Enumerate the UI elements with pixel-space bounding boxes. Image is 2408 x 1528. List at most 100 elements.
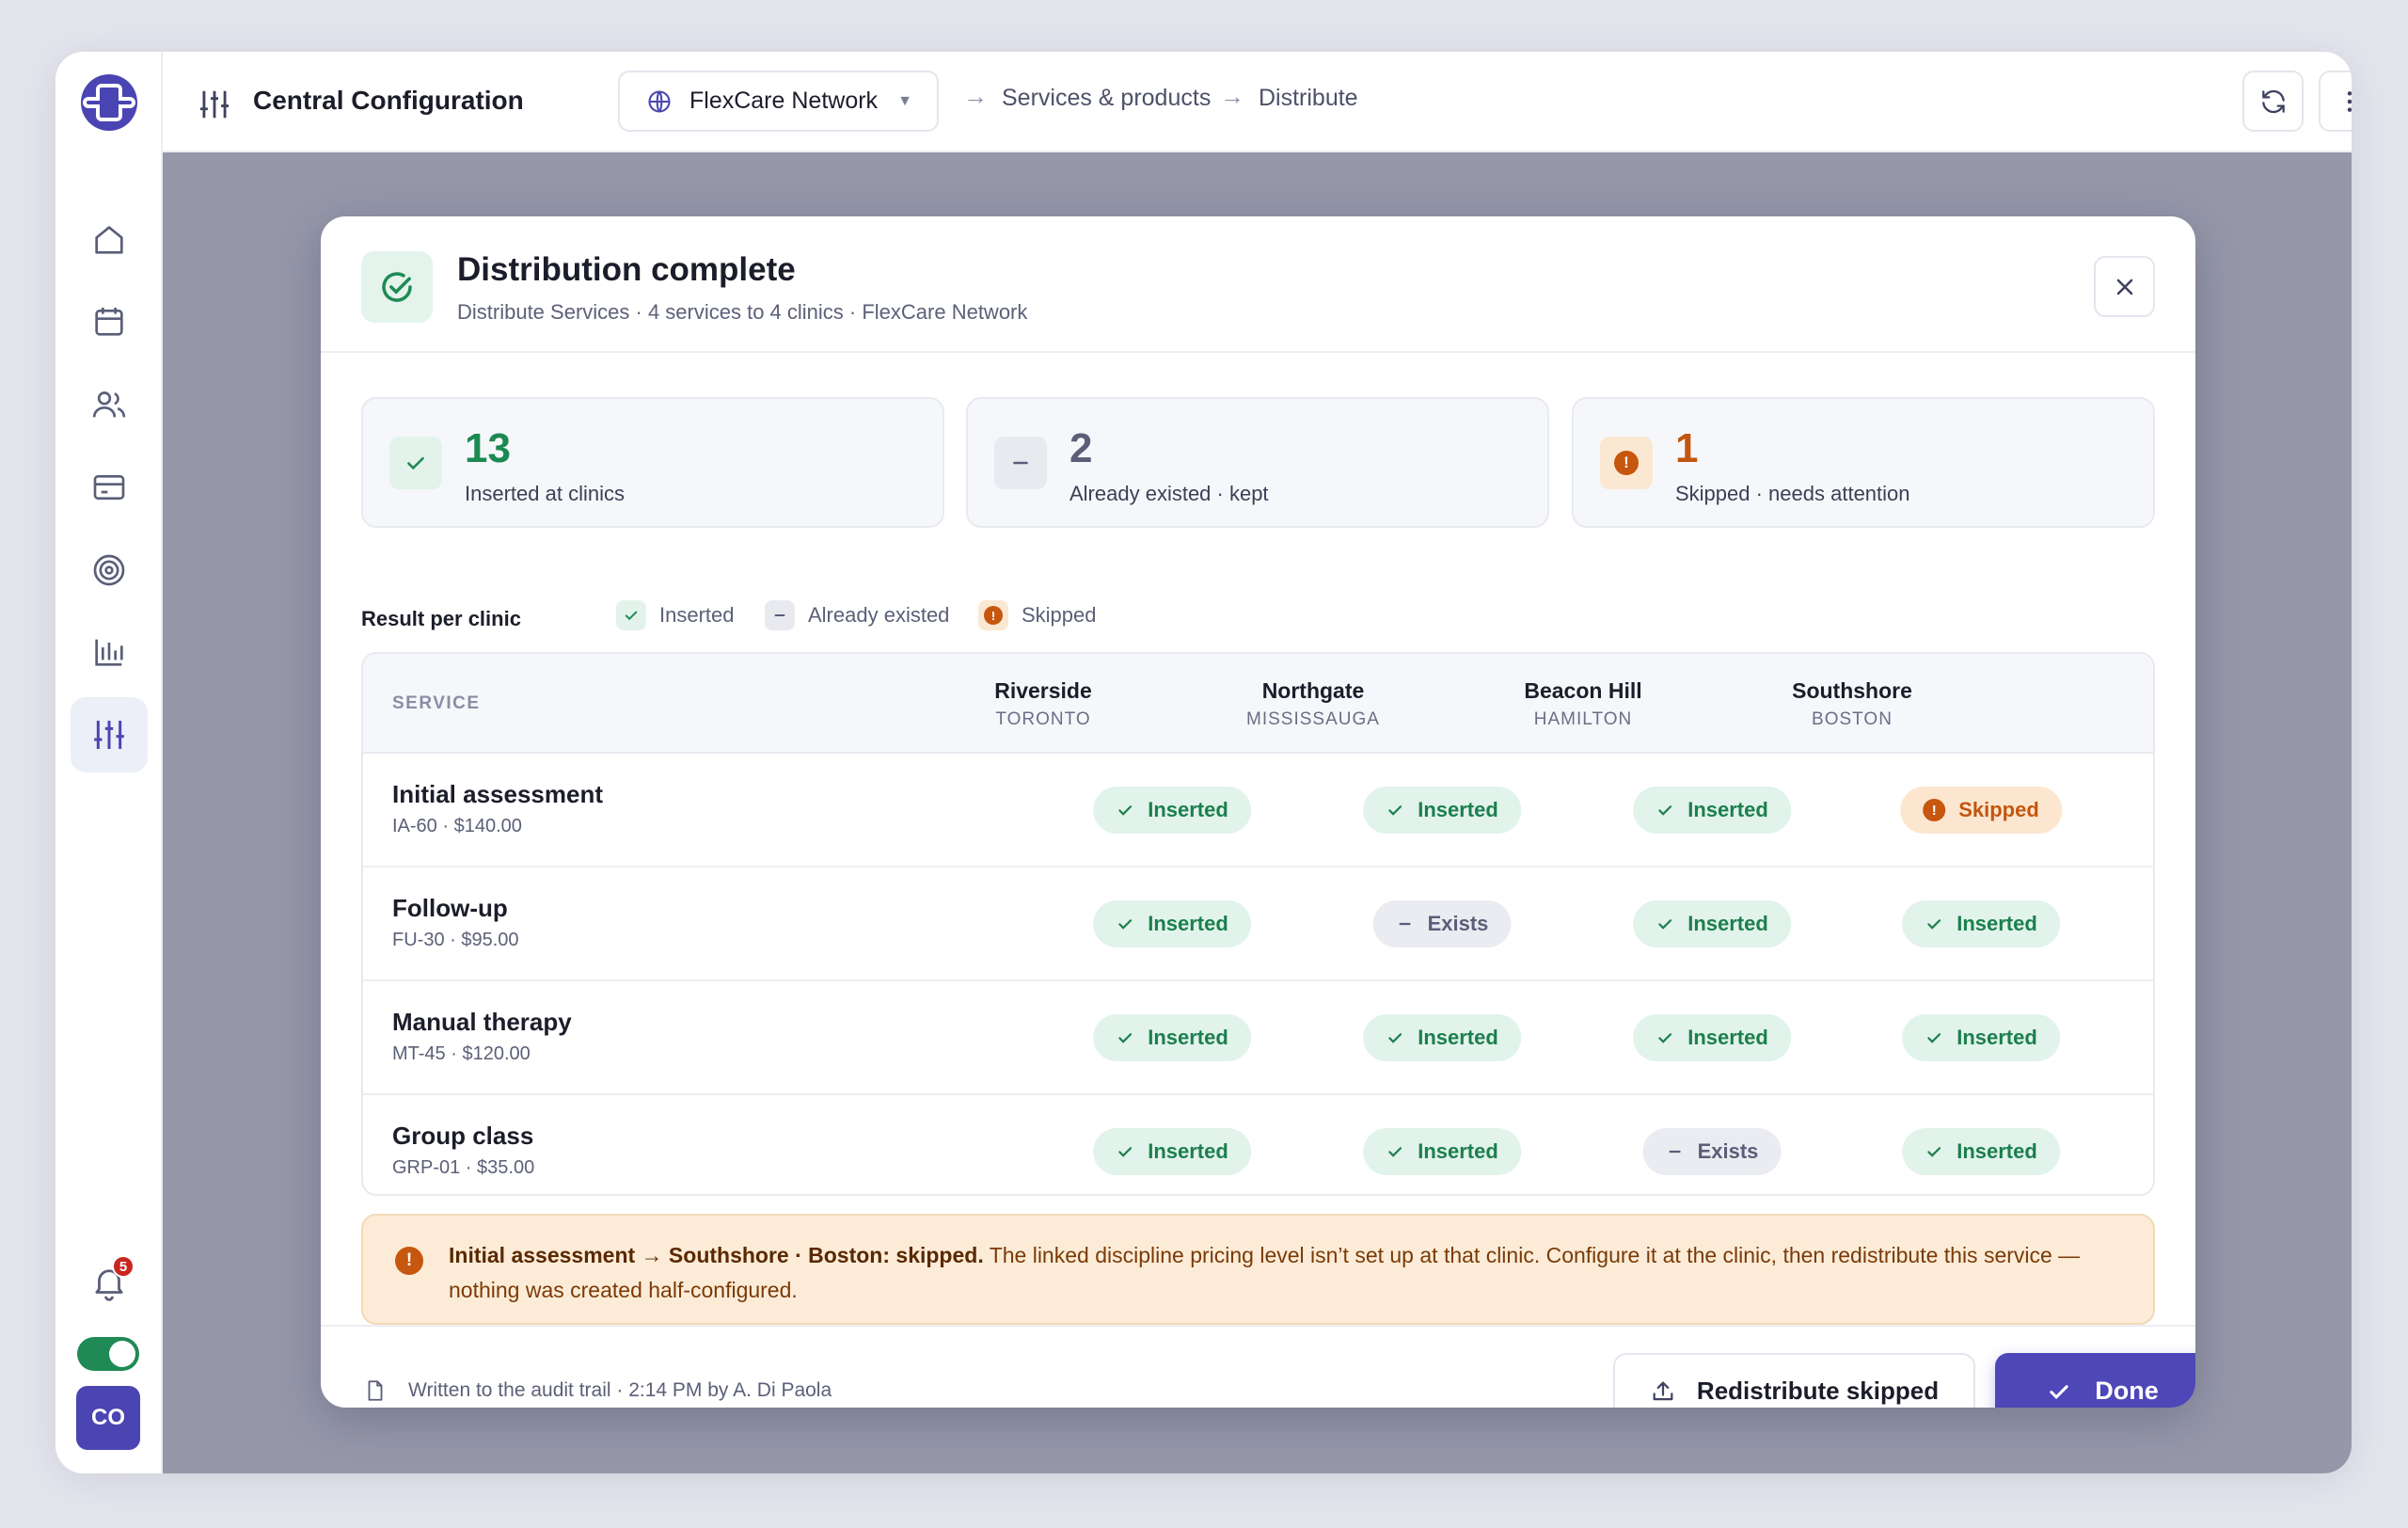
service-name: Manual therapy	[392, 1008, 572, 1036]
clinic-city: HAMILTON	[1533, 709, 1633, 729]
check-icon	[1116, 801, 1134, 820]
globe-icon	[648, 89, 671, 113]
stat-value: 1	[1675, 425, 1699, 471]
stat-value: 2	[1069, 425, 1093, 471]
check-icon	[1386, 1028, 1404, 1047]
dialog-title: Distribution complete	[457, 251, 796, 288]
configuration-sliders-icon	[199, 90, 230, 119]
status-badge: Exists	[1642, 1128, 1782, 1175]
done-button[interactable]: Done	[1995, 1353, 2195, 1408]
service-meta: GRP-01 · $35.00	[392, 1157, 535, 1178]
status-badge: Inserted	[1093, 787, 1251, 834]
status-badge: Inserted	[1093, 1128, 1251, 1175]
check-icon	[1656, 1028, 1674, 1047]
column-header-clinic: Beacon Hill HAMILTON	[1470, 678, 1696, 730]
upload-icon	[1653, 1381, 1673, 1400]
refresh-button[interactable]	[2242, 71, 2304, 132]
clinic-name: Northgate	[1261, 678, 1365, 703]
status-badge: Inserted	[1902, 1014, 2060, 1061]
redistribute-skipped-label: Redistribute skipped	[1696, 1377, 1940, 1405]
status-badge: Exists	[1372, 900, 1512, 947]
status-badge: Inserted	[1902, 900, 2060, 947]
table-row: Follow-up FU-30 · $95.00 Inserted Exists Ins…	[363, 867, 2153, 981]
legend-exists: Already existed	[765, 600, 949, 630]
check-icon	[2050, 1384, 2068, 1399]
done-label: Done	[2095, 1377, 2159, 1405]
stat-label: Already existed · kept	[1069, 482, 1269, 505]
app-logo[interactable]	[79, 72, 139, 133]
check-icon	[1925, 1142, 1943, 1161]
status-label: Inserted	[1956, 912, 2037, 935]
service-name: Initial assessment	[392, 780, 603, 808]
status-badge: Inserted	[1633, 787, 1791, 834]
stat-skipped: ! 1 Skipped · needs attention	[1572, 397, 2155, 528]
billing-card-icon[interactable]	[71, 450, 148, 525]
mode-toggle[interactable]	[77, 1337, 139, 1371]
user-avatar[interactable]: CO	[76, 1386, 140, 1450]
network-selector[interactable]: FlexCare Network ▼	[618, 71, 939, 132]
clinic-name: Riverside	[994, 678, 1092, 703]
table-header: SERVICE Riverside TORONTO Northgate MISS…	[363, 654, 2153, 754]
breadcrumb-arrow-icon: →	[1220, 82, 1244, 110]
breadcrumb-services-products[interactable]: Services & products	[1002, 85, 1211, 112]
top-bar: Central Configuration FlexCare Network ▼…	[163, 52, 2352, 152]
home-icon[interactable]	[71, 202, 148, 278]
status-badge: Inserted	[1902, 1128, 2060, 1175]
configuration-sliders-icon[interactable]	[71, 697, 148, 772]
warning-icon: !	[978, 600, 1008, 630]
app-window: 5 CO Central Configuration FlexCare Netw…	[55, 52, 2352, 1473]
status-label: Inserted	[1418, 798, 1498, 821]
notification-badge: 5	[112, 1255, 135, 1278]
refresh-icon	[2261, 89, 2285, 113]
dialog-header: Distribution complete Distribute Service…	[321, 216, 2195, 353]
more-options-button[interactable]	[2319, 71, 2352, 132]
check-icon	[1925, 915, 1943, 933]
stat-label: Inserted at clinics	[465, 482, 625, 505]
column-header-clinic: Northgate MISSISSAUGA	[1200, 678, 1426, 730]
notifications-bell-icon[interactable]: 5	[78, 1251, 140, 1313]
status-badge: Inserted	[1363, 787, 1521, 834]
stat-inserted: 13 Inserted at clinics	[361, 397, 944, 528]
target-icon[interactable]	[71, 533, 148, 608]
distribution-complete-dialog: Distribution complete Distribute Service…	[321, 216, 2195, 1408]
status-label: Inserted	[1687, 798, 1768, 821]
redistribute-skipped-button[interactable]: Redistribute skipped	[1613, 1353, 1975, 1408]
status-label: Inserted	[1148, 912, 1228, 935]
close-button[interactable]	[2094, 256, 2155, 317]
service-meta: IA-60 · $140.00	[392, 816, 522, 836]
service-name: Follow-up	[392, 894, 508, 922]
check-icon	[1925, 1028, 1943, 1047]
alert-title: Initial assessment → Southshore · Boston…	[449, 1243, 984, 1267]
dialog-subtitle: Distribute Services · 4 services to 4 cl…	[457, 300, 1028, 324]
calendar-icon[interactable]	[71, 284, 148, 359]
service-name: Group class	[392, 1122, 534, 1150]
audit-trail-note: Written to the audit trail · 2:14 PM by …	[363, 1378, 832, 1403]
check-icon	[1386, 801, 1404, 820]
stat-value: 13	[465, 425, 511, 471]
status-label: Inserted	[1956, 1139, 2037, 1163]
more-vertical-icon	[2347, 90, 2352, 112]
check-icon	[616, 600, 646, 630]
reports-chart-icon[interactable]	[71, 614, 148, 690]
clinic-city: MISSISSAUGA	[1246, 709, 1380, 729]
stat-already-existed: 2 Already existed · kept	[966, 397, 1549, 528]
check-icon	[1656, 801, 1674, 820]
table-row: Initial assessment IA-60 · $140.00 Inserte…	[363, 754, 2153, 867]
legend-skipped: ! Skipped	[978, 600, 1097, 630]
alert-message: Initial assessment → Southshore · Boston…	[449, 1238, 2125, 1308]
column-header-service: SERVICE	[392, 693, 481, 713]
status-label: Inserted	[1148, 1026, 1228, 1049]
status-badge: Inserted	[1363, 1128, 1521, 1175]
table-row: Group class GRP-01 · $35.00 Inserted Insert…	[363, 1095, 2153, 1194]
legend-title: Result per clinic	[361, 607, 521, 630]
status-badge: Inserted	[1093, 1014, 1251, 1061]
service-meta: FU-30 · $95.00	[392, 930, 519, 950]
status-badge: Inserted	[1093, 900, 1251, 947]
minus-icon	[765, 600, 795, 630]
legend-label: Inserted	[659, 603, 735, 627]
status-label: Inserted	[1418, 1026, 1498, 1049]
minus-icon	[1396, 915, 1415, 933]
legend-label: Skipped	[1022, 603, 1097, 627]
patients-icon[interactable]	[71, 367, 148, 442]
minus-icon	[994, 437, 1047, 489]
